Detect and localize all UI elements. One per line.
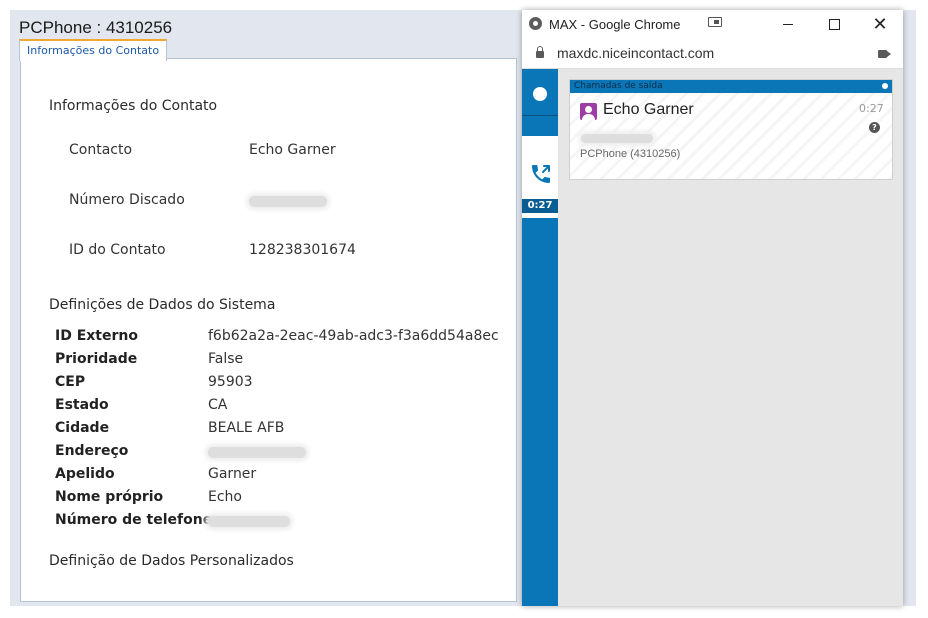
city-value: BEALE AFB xyxy=(208,420,285,436)
outbound-card-header-label: Chamadas de saída xyxy=(574,81,663,91)
window-title: PCPhone : 4310256 xyxy=(19,18,173,37)
zip-label: CEP xyxy=(55,374,86,390)
address-value-redacted xyxy=(208,446,306,462)
last-name-value: Garner xyxy=(208,466,257,482)
chrome-titlebar[interactable]: MAX - Google Chrome ✕ xyxy=(522,10,903,39)
close-icon: ✕ xyxy=(872,14,888,35)
max-chrome-window: MAX - Google Chrome ✕ maxdc.niceincontac… xyxy=(522,10,903,606)
sidebar-divider xyxy=(522,115,558,116)
external-id-label: ID Externo xyxy=(55,328,138,344)
outbound-call-card[interactable]: Chamadas de saída Echo Garner 0:27 ? PCP… xyxy=(569,79,893,180)
url-text[interactable]: maxdc.niceincontact.com xyxy=(557,45,714,61)
chrome-window-title: MAX - Google Chrome xyxy=(549,17,681,32)
contact-value: Echo Garner xyxy=(249,142,336,158)
help-icon[interactable]: ? xyxy=(869,122,880,133)
state-value: CA xyxy=(208,397,228,413)
city-label: Cidade xyxy=(55,420,110,436)
external-id-value: f6b62a2a-2eac-49ab-adc3-f3a6dd54a8ec xyxy=(208,328,499,344)
contact-id-value: 128238301674 xyxy=(249,242,356,258)
contact-avatar-icon xyxy=(580,103,597,120)
last-name-label: Apelido xyxy=(55,466,115,482)
first-name-label: Nome próprio xyxy=(55,489,164,505)
dialed-number-label: Número Discado xyxy=(69,192,185,208)
sidebar-call-timer: 0:27 xyxy=(522,199,558,213)
priority-label: Prioridade xyxy=(55,351,138,367)
state-label: Estado xyxy=(55,397,109,413)
outbound-card-header: Chamadas de saída xyxy=(570,80,892,93)
status-dot-icon[interactable] xyxy=(533,87,547,101)
max-sidebar: 0:27 xyxy=(522,69,558,606)
contact-info-panel: Informações do Contato Contacto Echo Gar… xyxy=(20,58,517,602)
minimize-button[interactable] xyxy=(765,10,811,39)
phone-outbound-icon xyxy=(532,165,550,183)
sidebar-active-call-tile[interactable] xyxy=(522,136,558,199)
cast-icon[interactable] xyxy=(708,17,722,27)
minimize-icon xyxy=(783,24,793,25)
max-app: 0:27 Chamadas de saída Echo Garner 0:27 … xyxy=(522,69,903,606)
contact-label: Contacto xyxy=(69,142,133,158)
priority-value: False xyxy=(208,351,244,367)
address-bar[interactable]: maxdc.niceincontact.com xyxy=(522,39,903,69)
close-button[interactable]: ✕ xyxy=(857,10,903,39)
sidebar-separator xyxy=(522,213,558,218)
tab-contact-info[interactable]: Informações do Contato xyxy=(19,39,168,61)
card-phone-number-redacted xyxy=(581,128,653,147)
contact-id-label: ID do Contato xyxy=(69,242,166,258)
card-elapsed-time: 0:27 xyxy=(859,102,884,115)
contact-info-heading: Informações do Contato xyxy=(49,98,218,114)
custom-data-heading: Definição de Dados Personalizados xyxy=(49,553,294,569)
phone-number-value-redacted xyxy=(208,515,290,531)
outbound-card-body: Echo Garner 0:27 ? PCPhone (4310256) xyxy=(570,93,892,179)
card-contact-name: Echo Garner xyxy=(603,101,694,118)
phone-number-label: Número de telefone xyxy=(55,512,213,528)
maximize-button[interactable] xyxy=(811,10,857,39)
address-label: Endereço xyxy=(55,443,129,459)
card-status-dot-icon xyxy=(882,83,888,89)
first-name-value: Echo xyxy=(208,489,242,505)
lock-icon[interactable] xyxy=(536,46,544,58)
card-skill-name: PCPhone (4310256) xyxy=(580,148,681,160)
globe-icon xyxy=(529,17,542,30)
camera-icon[interactable] xyxy=(878,50,891,58)
maximize-icon xyxy=(828,19,840,30)
system-data-heading: Definições de Dados do Sistema xyxy=(49,297,276,313)
zip-value: 95903 xyxy=(208,374,253,390)
dialed-number-value-redacted xyxy=(249,195,327,211)
